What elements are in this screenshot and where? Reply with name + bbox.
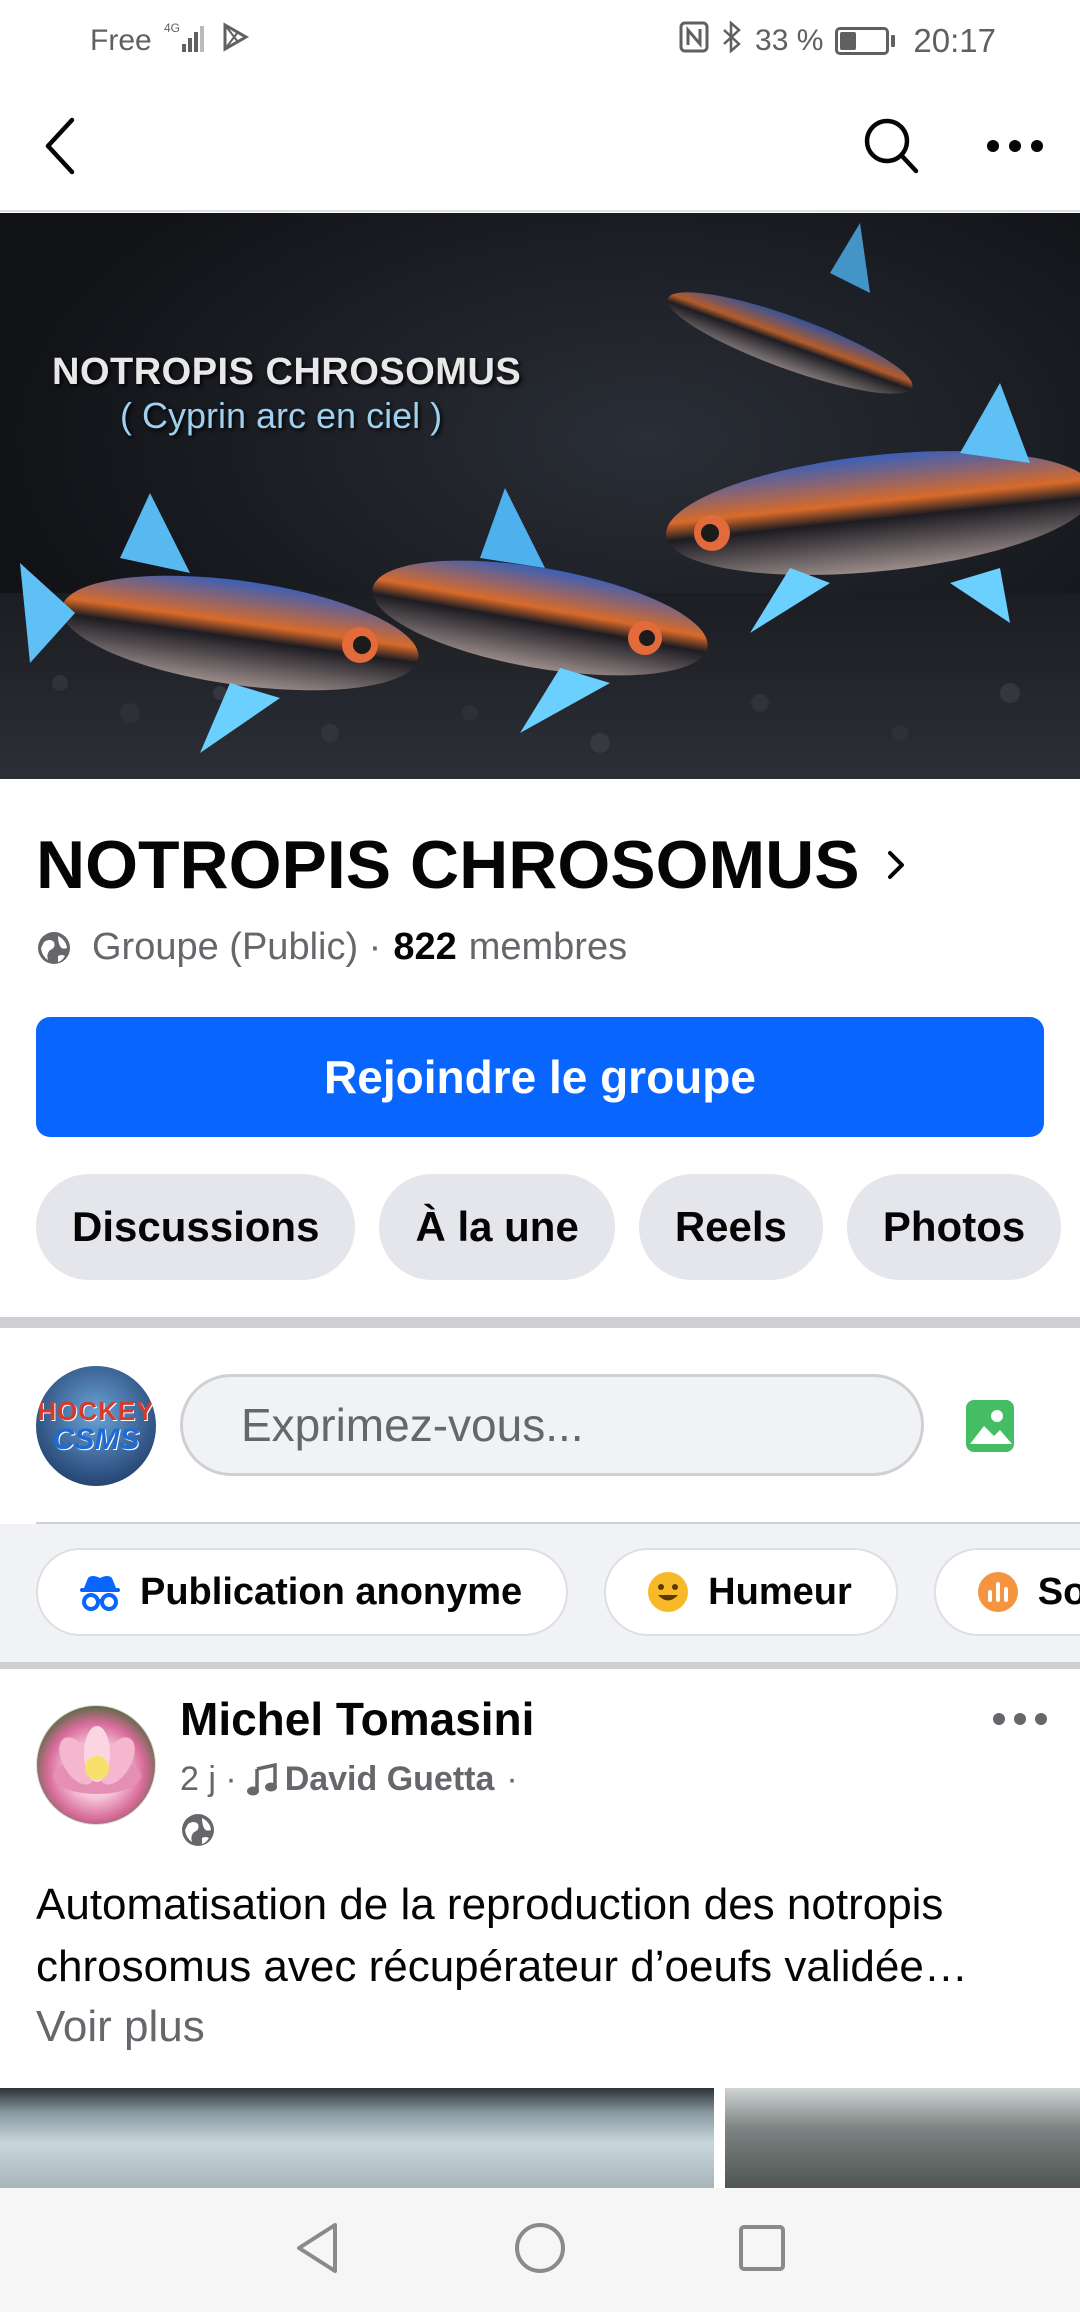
music-label: David Guetta	[284, 1760, 495, 1798]
signal-icon: 4G	[164, 20, 208, 62]
group-meta: Groupe (Public) · 822 membres	[36, 926, 627, 969]
photo-icon[interactable]	[962, 1396, 1018, 1461]
members-label: membres	[468, 926, 628, 968]
group-tabs: Discussions À la une Reels Photos	[36, 1174, 1062, 1280]
tab-discussions[interactable]: Discussions	[36, 1174, 356, 1280]
svg-text:4G: 4G	[164, 21, 180, 35]
chip-label: Humeur	[708, 1570, 852, 1613]
see-more-link[interactable]: Voir plus	[36, 2002, 205, 2052]
post-author-name[interactable]: Michel Tomasini	[180, 1692, 534, 1746]
music-note-icon	[246, 1762, 277, 1795]
nav-back-icon[interactable]	[293, 2221, 343, 2280]
app-header	[0, 82, 1080, 212]
chip-label: So	[1037, 1570, 1080, 1613]
post-privacy-globe-icon	[180, 1812, 216, 1853]
anonymous-post-chip[interactable]: Publication anonyme	[36, 1548, 569, 1636]
post-music[interactable]: David Guetta	[245, 1760, 495, 1799]
carrier-label: Free	[90, 24, 152, 57]
post-composer: HOCKEY CSMS Exprimez-vous...	[0, 1328, 1080, 1524]
meta-separator: ·	[506, 1760, 518, 1798]
post-meta: 2 j · David Guetta ·	[180, 1760, 518, 1799]
post-more-icon[interactable]	[992, 1712, 1048, 1731]
poll-icon	[976, 1570, 1020, 1614]
avatar[interactable]: HOCKEY CSMS	[36, 1366, 156, 1486]
play-store-icon	[220, 22, 250, 60]
cover-title: NOTROPIS CHROSOMUS	[52, 351, 522, 393]
header-actions	[862, 116, 1044, 176]
cover-subtitle: ( Cyprin arc en ciel )	[120, 395, 443, 436]
tab-photos[interactable]: Photos	[846, 1174, 1062, 1280]
smiley-icon	[646, 1570, 690, 1614]
tab-reels[interactable]: Reels	[638, 1174, 823, 1280]
battery-icon	[835, 27, 896, 55]
back-icon[interactable]	[40, 116, 80, 176]
status-bar: Free 4G 33 % 20:17	[0, 0, 1080, 82]
chip-list: Publication anonyme Humeur So	[36, 1548, 1080, 1636]
tab-featured[interactable]: À la une	[379, 1174, 615, 1280]
group-name-text: NOTROPIS CHROSOMUS	[36, 827, 860, 903]
post-time: 2 j ·	[180, 1760, 237, 1798]
avatar-text-bottom: CSMS	[52, 1423, 140, 1456]
incognito-icon	[78, 1570, 122, 1614]
post-image[interactable]	[725, 2088, 1080, 2188]
composer-actions: Publication anonyme Humeur So	[0, 1524, 1080, 1664]
member-count: 822	[393, 926, 457, 968]
status-right: 33 % 20:17	[679, 20, 996, 61]
clock: 20:17	[913, 22, 996, 59]
section-divider	[0, 1317, 1080, 1328]
search-icon[interactable]	[862, 116, 920, 176]
battery-percent: 33 %	[755, 24, 824, 57]
chevron-right-icon	[886, 849, 906, 881]
chip-label: Publication anonyme	[140, 1570, 523, 1613]
group-name[interactable]: NOTROPIS CHROSOMUS	[36, 826, 906, 904]
mood-chip[interactable]: Humeur	[604, 1548, 898, 1636]
post-author-avatar[interactable]	[36, 1705, 156, 1825]
nfc-icon	[679, 21, 709, 61]
group-privacy: Groupe (Public) ·	[92, 926, 382, 968]
nav-recents-icon[interactable]	[737, 2223, 787, 2278]
lotus-image	[53, 1726, 141, 1794]
system-nav-bar	[0, 2188, 1080, 2312]
composer-input[interactable]: Exprimez-vous...	[180, 1374, 924, 1476]
cover-illustration	[0, 223, 1080, 779]
poll-chip[interactable]: So	[933, 1548, 1080, 1636]
post-image[interactable]	[0, 2088, 714, 2188]
status-left: Free 4G	[90, 20, 250, 62]
feed-divider	[0, 1662, 1080, 1669]
avatar-text-top: HOCKEY	[37, 1396, 155, 1426]
nav-home-icon[interactable]	[513, 2221, 567, 2280]
join-group-button[interactable]: Rejoindre le groupe	[36, 1017, 1044, 1137]
more-icon[interactable]	[986, 139, 1044, 153]
bluetooth-icon	[721, 20, 743, 61]
globe-icon	[36, 930, 72, 966]
post-text: Automatisation de la reproduction des no…	[36, 1880, 968, 1991]
cover-photo[interactable]: NOTROPIS CHROSOMUS ( Cyprin arc en ciel …	[0, 213, 1080, 779]
